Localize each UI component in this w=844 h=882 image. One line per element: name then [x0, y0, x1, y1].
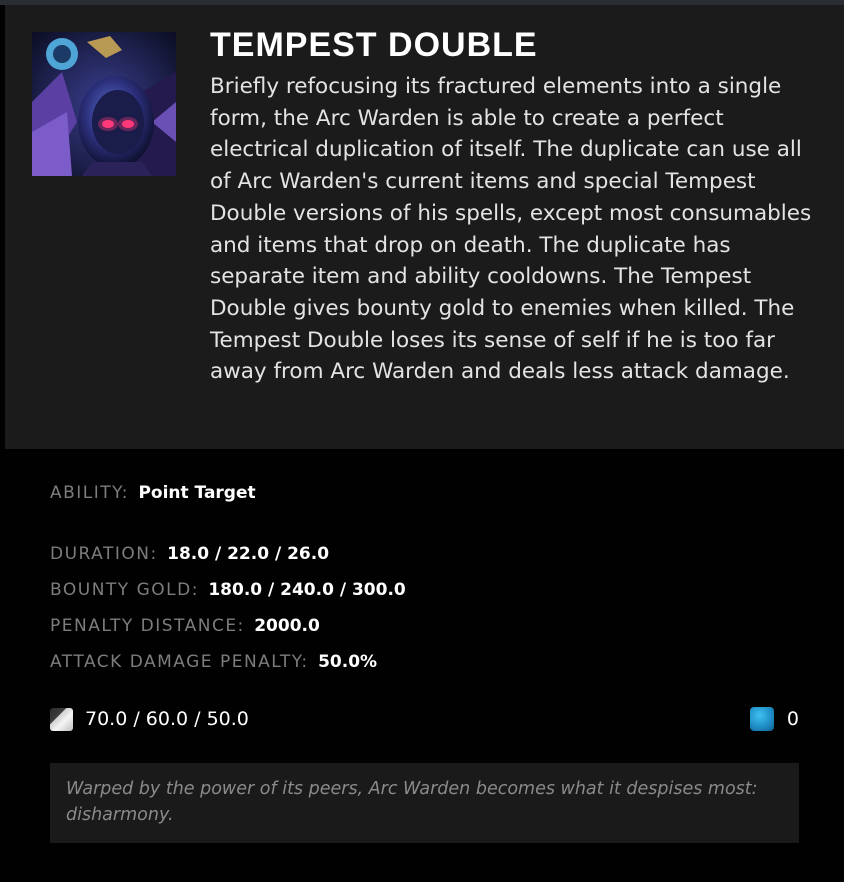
- stat-label: PENALTY DISTANCE:: [50, 616, 245, 636]
- mana-icon: [749, 707, 774, 731]
- lore-box: Warped by the power of its peers, Arc Wa…: [50, 763, 799, 843]
- stat-label: DURATION:: [50, 544, 158, 564]
- cooldown-value: 70.0 / 60.0 / 50.0: [85, 708, 249, 730]
- stat-label: ATTACK DAMAGE PENALTY:: [50, 652, 309, 672]
- stat-value: Point Target: [138, 483, 256, 503]
- stat-value: 50.0%: [318, 652, 378, 672]
- ability-header: TEMPEST DOUBLE Briefly refocusing its fr…: [5, 5, 844, 449]
- ability-details: ABILITY: Point Target DURATION: 18.0 / 2…: [0, 449, 844, 882]
- stat-value: 2000.0: [254, 616, 320, 636]
- stat-label: ABILITY:: [50, 483, 130, 503]
- mana-cost-info: 0: [749, 707, 799, 731]
- ability-title: TEMPEST DOUBLE: [210, 26, 538, 64]
- stat-attack-damage-penalty: ATTACK DAMAGE PENALTY: 50.0%: [50, 652, 377, 672]
- ability-tooltip: TEMPEST DOUBLE Briefly refocusing its fr…: [0, 0, 844, 882]
- lore-text: Warped by the power of its peers, Arc Wa…: [66, 779, 758, 825]
- ability-icon: [32, 32, 176, 176]
- ability-description: Briefly refocusing its fractured element…: [210, 74, 812, 385]
- stat-value: 18.0 / 22.0 / 26.0: [167, 544, 330, 564]
- stat-value: 180.0 / 240.0 / 300.0: [208, 580, 406, 600]
- stat-label: BOUNTY GOLD:: [50, 580, 199, 600]
- cooldown-icon: [50, 707, 73, 731]
- stat-duration: DURATION: 18.0 / 22.0 / 26.0: [50, 544, 329, 564]
- cooldown-info: 70.0 / 60.0 / 50.0: [50, 707, 249, 731]
- stat-bounty-gold: BOUNTY GOLD: 180.0 / 240.0 / 300.0: [50, 580, 406, 600]
- mana-cost-value: 0: [786, 708, 799, 730]
- stat-ability-type: ABILITY: Point Target: [50, 483, 256, 503]
- stat-penalty-distance: PENALTY DISTANCE: 2000.0: [50, 616, 320, 636]
